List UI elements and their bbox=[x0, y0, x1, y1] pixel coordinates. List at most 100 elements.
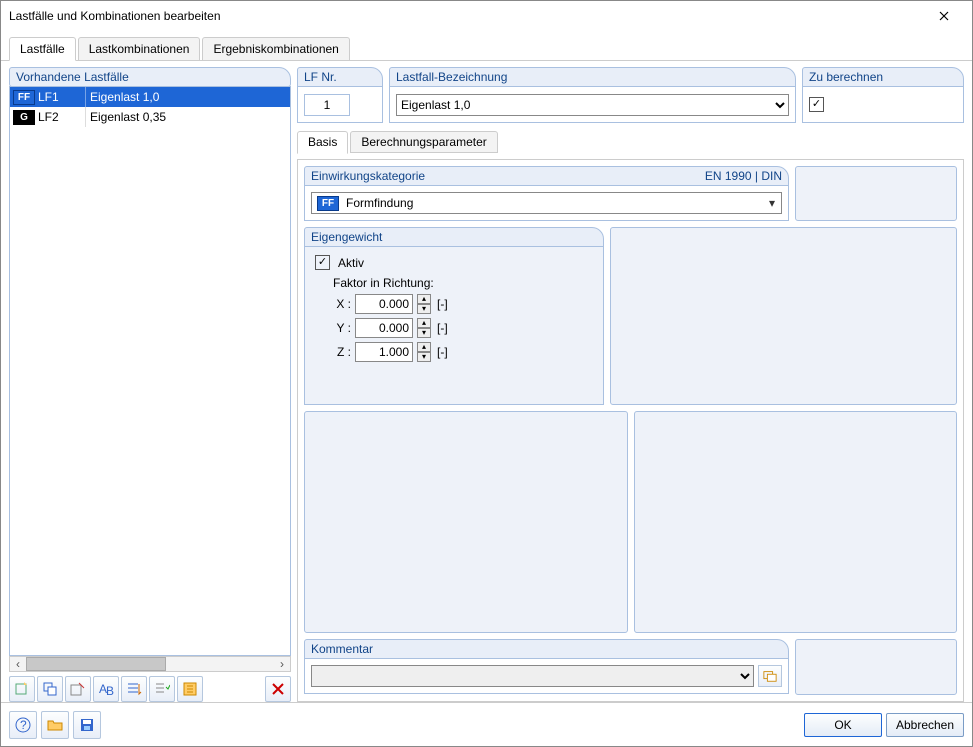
blank-panel-4 bbox=[634, 411, 958, 633]
aktiv-label: Aktiv bbox=[338, 256, 364, 270]
action-category-value: Formfindung bbox=[346, 196, 413, 210]
list-hscrollbar[interactable]: ‹ › bbox=[9, 656, 291, 672]
scroll-track[interactable] bbox=[26, 657, 274, 671]
loadcase-id: LF2 bbox=[38, 110, 59, 124]
sort-icon bbox=[126, 681, 142, 697]
selfweight-label: Eigengewicht bbox=[311, 230, 382, 244]
comment-pick-icon bbox=[763, 669, 777, 683]
y-input[interactable] bbox=[355, 318, 413, 338]
norm-label: EN 1990 | DIN bbox=[705, 169, 782, 183]
sub-tabstrip: Basis Berechnungsparameter bbox=[297, 131, 964, 153]
blank-panel-3 bbox=[304, 411, 628, 633]
comment-label: Kommentar bbox=[311, 642, 373, 656]
rename-button[interactable]: AB bbox=[93, 676, 119, 702]
ok-button[interactable]: OK bbox=[804, 713, 882, 737]
save-icon bbox=[79, 717, 95, 733]
dialog-window: Lastfälle und Kombinationen bearbeiten L… bbox=[0, 0, 973, 747]
comment-select[interactable] bbox=[311, 665, 754, 687]
loadcase-list[interactable]: FFLF1Eigenlast 1,0GLF2Eigenlast 0,35 bbox=[9, 86, 291, 656]
z-spin-down[interactable]: ▾ bbox=[417, 352, 431, 362]
edit-icon bbox=[70, 681, 86, 697]
bez-select[interactable]: Eigenlast 1,0 bbox=[396, 94, 789, 116]
subtab-berechnungsparameter[interactable]: Berechnungsparameter bbox=[350, 131, 497, 153]
titlebar: Lastfälle und Kombinationen bearbeiten bbox=[1, 1, 972, 31]
loadcase-name: Eigenlast 1,0 bbox=[86, 90, 159, 104]
scroll-thumb[interactable] bbox=[26, 657, 166, 671]
deselect-icon bbox=[182, 681, 198, 697]
lfnr-input[interactable] bbox=[304, 94, 350, 116]
z-spin-up[interactable]: ▴ bbox=[417, 342, 431, 352]
y-spin-up[interactable]: ▴ bbox=[417, 318, 431, 328]
folder-open-icon bbox=[47, 717, 63, 733]
side-blank-panel-1 bbox=[795, 166, 957, 221]
factor-header: Faktor in Richtung: bbox=[333, 276, 593, 290]
help-icon: ? bbox=[15, 717, 31, 733]
zuber-label: Zu berechnen bbox=[802, 67, 964, 87]
blank-panel-2 bbox=[610, 227, 957, 405]
copy-button[interactable] bbox=[37, 676, 63, 702]
y-spin-down[interactable]: ▾ bbox=[417, 328, 431, 338]
close-button[interactable] bbox=[924, 2, 964, 30]
x-unit: [-] bbox=[437, 297, 448, 311]
svg-text:B: B bbox=[106, 684, 114, 697]
main-tabstrip: Lastfälle Lastkombinationen Ergebniskomb… bbox=[1, 31, 972, 61]
delete-button[interactable] bbox=[265, 676, 291, 702]
scroll-right-arrow[interactable]: › bbox=[274, 657, 290, 671]
y-label: Y : bbox=[333, 321, 351, 335]
save-button[interactable] bbox=[73, 711, 101, 739]
window-title: Lastfälle und Kombinationen bearbeiten bbox=[9, 9, 924, 23]
loadcase-id: LF1 bbox=[38, 90, 59, 104]
footer: ? OK Abbrechen bbox=[1, 702, 972, 746]
action-category-label: Einwirkungskategorie bbox=[311, 169, 425, 183]
select-all-icon bbox=[154, 681, 170, 697]
side-blank-panel-2 bbox=[795, 639, 957, 695]
z-unit: [-] bbox=[437, 345, 448, 359]
z-label: Z : bbox=[333, 345, 351, 359]
loadcase-row[interactable]: GLF2Eigenlast 0,35 bbox=[10, 107, 290, 127]
x-spin-up[interactable]: ▴ bbox=[417, 294, 431, 304]
ff-badge-icon: FF bbox=[317, 196, 339, 211]
loadcase-row[interactable]: FFLF1 Eigenlast 1,0 bbox=[10, 87, 290, 107]
left-panel: Vorhandene Lastfälle FFLF1Eigenlast 1,0G… bbox=[9, 67, 291, 702]
new-icon bbox=[14, 681, 30, 697]
bez-label: Lastfall-Bezeichnung bbox=[389, 67, 796, 87]
sort-button[interactable] bbox=[121, 676, 147, 702]
action-category-select[interactable]: FF Formfindung ▾ bbox=[311, 192, 782, 214]
comment-pick-button[interactable] bbox=[758, 665, 782, 687]
rename-icon: AB bbox=[98, 681, 114, 697]
subtab-basis[interactable]: Basis bbox=[297, 131, 348, 154]
chevron-down-icon: ▾ bbox=[765, 196, 779, 210]
svg-text:?: ? bbox=[20, 718, 27, 732]
zuber-checkbox[interactable] bbox=[809, 97, 824, 112]
x-input[interactable] bbox=[355, 294, 413, 314]
help-button[interactable]: ? bbox=[9, 711, 37, 739]
select-all-button[interactable] bbox=[149, 676, 175, 702]
cancel-button[interactable]: Abbrechen bbox=[886, 713, 964, 737]
comment-panel: Kommentar bbox=[304, 639, 789, 695]
deselect-button[interactable] bbox=[177, 676, 203, 702]
z-input[interactable] bbox=[355, 342, 413, 362]
tab-lastfaelle[interactable]: Lastfälle bbox=[9, 37, 76, 61]
tab-lastkombinationen[interactable]: Lastkombinationen bbox=[78, 37, 201, 60]
copy-icon bbox=[42, 681, 58, 697]
close-icon bbox=[939, 11, 949, 21]
list-toolbar: AB bbox=[9, 676, 291, 702]
bez-panel: Lastfall-Bezeichnung Eigenlast 1,0 bbox=[389, 67, 796, 123]
edit-button[interactable] bbox=[65, 676, 91, 702]
action-category-panel: Einwirkungskategorie EN 1990 | DIN FF Fo… bbox=[304, 166, 789, 221]
loadcase-name: Eigenlast 0,35 bbox=[86, 110, 166, 124]
x-spin-down[interactable]: ▾ bbox=[417, 304, 431, 314]
basis-panel: Einwirkungskategorie EN 1990 | DIN FF Fo… bbox=[297, 159, 964, 702]
new-button[interactable] bbox=[9, 676, 35, 702]
delete-icon bbox=[270, 681, 286, 697]
tab-ergebniskombinationen[interactable]: Ergebniskombinationen bbox=[202, 37, 349, 60]
loadcase-badge: FF bbox=[13, 90, 35, 105]
lfnr-panel: LF Nr. bbox=[297, 67, 383, 123]
right-panel: LF Nr. Lastfall-Bezeichnung Eigenlast 1,… bbox=[297, 67, 964, 702]
existing-loadcases-header: Vorhandene Lastfälle bbox=[9, 67, 291, 87]
scroll-left-arrow[interactable]: ‹ bbox=[10, 657, 26, 671]
zuber-panel: Zu berechnen bbox=[802, 67, 964, 123]
lfnr-label: LF Nr. bbox=[297, 67, 383, 87]
open-button[interactable] bbox=[41, 711, 69, 739]
aktiv-checkbox[interactable] bbox=[315, 255, 330, 270]
